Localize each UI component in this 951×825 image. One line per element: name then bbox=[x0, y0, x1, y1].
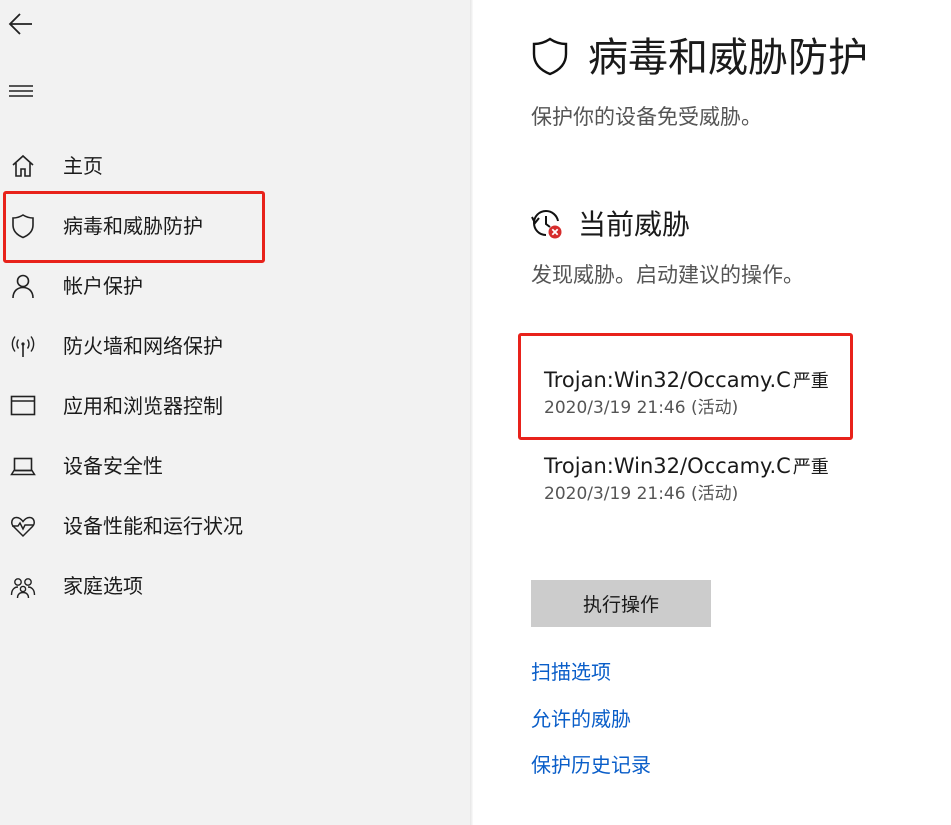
section-description: 发现威胁。启动建议的操作。 bbox=[531, 263, 804, 287]
sidebar-item-label: 设备安全性 bbox=[63, 454, 163, 478]
home-icon bbox=[12, 154, 34, 177]
hamburger-menu-icon bbox=[9, 85, 33, 97]
sidebar-item-account-protection[interactable]: 帐户保护 bbox=[0, 255, 470, 315]
threat-item[interactable]: Trojan:Win32/Occamy.C 严重 2020/3/19 21:46 … bbox=[544, 366, 854, 426]
section-title: 当前威胁 bbox=[578, 208, 691, 241]
sidebar-item-family-options[interactable]: 家庭选项 bbox=[0, 555, 470, 615]
sidebar-item-app-browser-control[interactable]: 应用和浏览器控制 bbox=[0, 375, 470, 435]
family-icon bbox=[10, 578, 36, 599]
protection-history-link[interactable]: 保护历史记录 bbox=[531, 751, 651, 779]
sidebar-item-label: 主页 bbox=[63, 154, 103, 178]
laptop-icon bbox=[10, 457, 36, 476]
sidebar-item-virus-protection[interactable]: 病毒和威胁防护 bbox=[0, 195, 470, 255]
antenna-icon bbox=[11, 336, 35, 357]
threat-severity: 严重 bbox=[792, 371, 829, 392]
sidebar-item-label: 防火墙和网络保护 bbox=[63, 334, 223, 358]
back-button[interactable] bbox=[6, 8, 38, 40]
threat-name: Trojan:Win32/Occamy.C bbox=[544, 454, 791, 478]
start-actions-button[interactable]: 执行操作 bbox=[531, 580, 711, 627]
sidebar-item-label: 设备性能和运行状况 bbox=[63, 514, 243, 538]
sidebar-item-label: 家庭选项 bbox=[63, 574, 143, 598]
shield-icon bbox=[12, 214, 34, 239]
threat-meta-row: 2020/3/19 21:46 (活动) bbox=[544, 482, 738, 506]
threat-datetime: 2020/3/19 21:46 bbox=[544, 398, 686, 418]
sidebar-item-label: 病毒和威胁防护 bbox=[63, 214, 203, 238]
pane-divider bbox=[470, 0, 473, 825]
threat-status: (活动) bbox=[690, 484, 739, 504]
sidebar-item-label: 帐户保护 bbox=[63, 274, 143, 298]
person-icon bbox=[12, 274, 34, 299]
threat-datetime: 2020/3/19 21:46 bbox=[544, 484, 686, 504]
back-arrow-icon bbox=[8, 13, 32, 35]
sidebar-item-label: 应用和浏览器控制 bbox=[63, 394, 223, 418]
threat-name-row: Trojan:Win32/Occamy.C 严重 bbox=[544, 452, 829, 482]
sidebar-item-firewall[interactable]: 防火墙和网络保护 bbox=[0, 315, 470, 375]
shield-icon bbox=[532, 37, 568, 76]
threat-name-row: Trojan:Win32/Occamy.C 严重 bbox=[544, 366, 829, 396]
scan-options-link[interactable]: 扫描选项 bbox=[531, 658, 611, 686]
heart-pulse-icon bbox=[11, 516, 35, 538]
threat-meta-row: 2020/3/19 21:46 (活动) bbox=[544, 396, 738, 420]
sidebar: 主页 病毒和威胁防护 帐户保护 防火墙和网络保护 应用和浏览器控制 设备安全性 … bbox=[0, 0, 470, 825]
page-title: 病毒和威胁防护 bbox=[588, 35, 868, 81]
sidebar-item-home[interactable]: 主页 bbox=[0, 135, 470, 195]
threat-history-icon bbox=[531, 210, 562, 239]
allowed-threats-link[interactable]: 允许的威胁 bbox=[531, 705, 631, 733]
threat-severity: 严重 bbox=[792, 457, 829, 478]
threat-name: Trojan:Win32/Occamy.C bbox=[544, 368, 791, 392]
menu-button[interactable] bbox=[6, 78, 38, 104]
threat-status: (活动) bbox=[690, 398, 739, 418]
threat-item[interactable]: Trojan:Win32/Occamy.C 严重 2020/3/19 21:46 … bbox=[544, 452, 854, 512]
sidebar-item-device-health[interactable]: 设备性能和运行状况 bbox=[0, 495, 470, 555]
page-subtitle: 保护你的设备免受威胁。 bbox=[531, 105, 762, 129]
sidebar-item-device-security[interactable]: 设备安全性 bbox=[0, 435, 470, 495]
browser-window-icon bbox=[10, 395, 36, 416]
